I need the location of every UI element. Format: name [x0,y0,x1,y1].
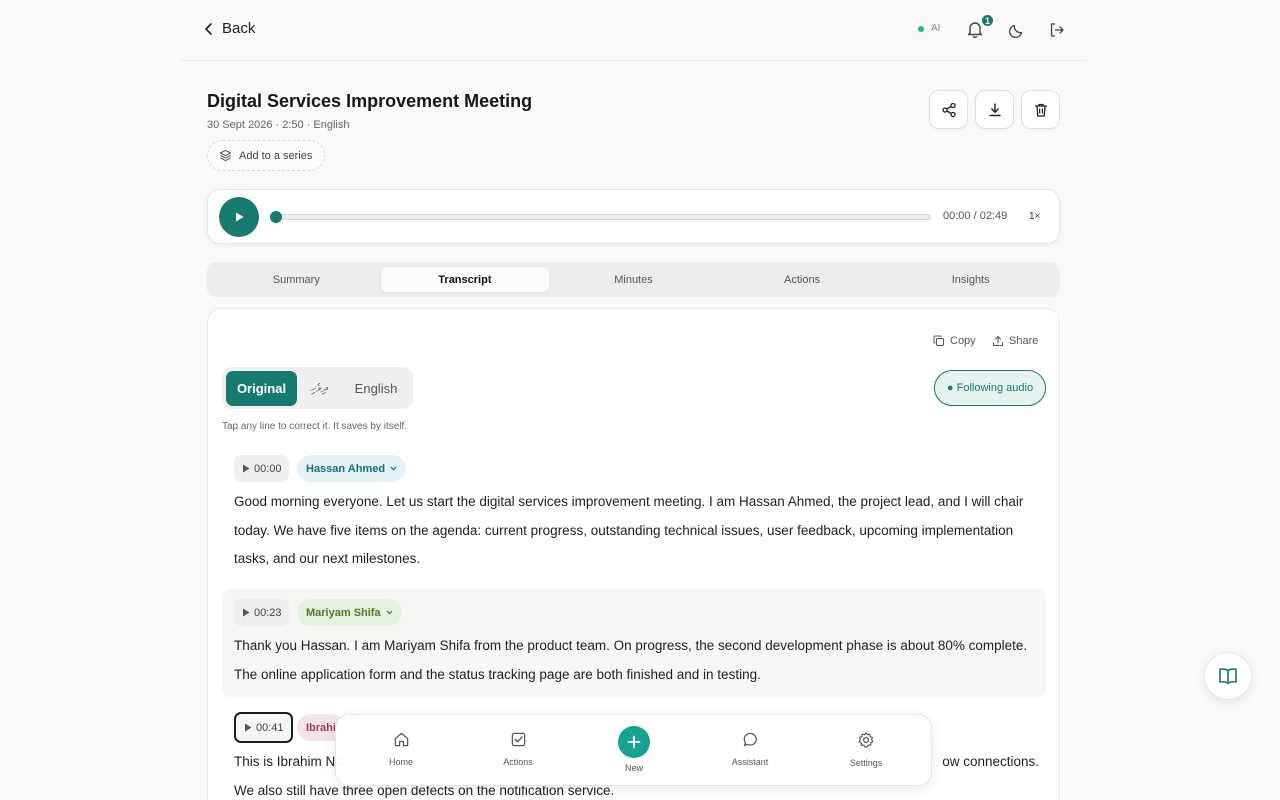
speaker-name: Mariyam Shifa [306,606,381,619]
ai-label: AI [931,23,941,34]
speaker-chip[interactable]: Mariyam Shifa [297,599,402,626]
notification-badge: 1 [980,13,995,28]
chevron-down-icon [386,610,393,615]
audio-player: 00:00 / 02:49 1× [207,189,1060,244]
copy-button[interactable]: Copy [933,335,976,347]
ai-status-dot [918,25,924,32]
book-open-icon [1218,667,1238,685]
copy-icon [933,335,945,347]
segment-timestamp[interactable]: 00:00 [234,455,289,482]
speaker-name: Hassan Ahmed [306,462,386,475]
share-icon [941,102,957,118]
play-icon [242,464,250,473]
notifications-button[interactable]: 1 [965,13,995,41]
playback-speed-button[interactable]: 1× [1029,211,1040,222]
segment-text[interactable]: Good morning everyone. Let us start the … [234,488,1039,574]
delete-button[interactable] [1021,90,1060,129]
nav-new-button[interactable] [618,726,650,758]
segment-text[interactable]: Thank you Hassan. I am Mariyam Shifa fro… [234,632,1039,689]
timestamp-label: 00:41 [256,721,284,734]
nav-assistant[interactable]: Assistant [720,731,780,767]
top-bar: Back AI 1 [180,0,1086,61]
back-button[interactable]: Back [204,20,255,37]
segment-text-line-end: ow connections. [942,754,1039,769]
language-dhivehi[interactable]: ދިވެހި [301,371,337,406]
nav-settings-label: Settings [849,758,883,768]
moon-icon [1008,21,1030,39]
tab-insights[interactable]: Insights [886,267,1055,292]
timestamp-label: 00:23 [254,606,282,619]
speaker-name: Ibrahi [306,721,336,734]
reading-mode-button[interactable] [1204,652,1252,700]
ai-status[interactable]: AI [918,23,940,34]
language-original[interactable]: Original [226,371,297,406]
tab-actions[interactable]: Actions [718,267,887,292]
download-button[interactable] [975,90,1014,129]
tab-minutes[interactable]: Minutes [549,267,718,292]
page-title: Digital Services Improvement Meeting [207,91,533,111]
nav-assistant-label: Assistant [731,757,769,767]
timestamp-label: 00:00 [254,462,282,475]
bottom-nav: Home Actions New Assistant Settings [335,714,932,786]
nav-home[interactable]: Home [371,731,431,767]
chevron-down-icon [390,466,397,471]
audio-progress-track[interactable] [270,211,931,223]
nav-actions[interactable]: Actions [488,731,548,767]
tab-summary[interactable]: Summary [212,267,381,292]
chevron-left-icon [204,22,214,36]
nav-actions-label: Actions [503,757,533,767]
home-icon [393,731,410,748]
upload-icon [992,335,1004,347]
language-english[interactable]: English [342,371,410,406]
share-transcript-button[interactable]: Share [992,335,1038,347]
trash-icon [1033,102,1049,118]
view-tabs: Summary Transcript Minutes Actions Insig… [207,262,1060,297]
copy-label: Copy [950,335,976,347]
logout-icon [1048,21,1070,39]
gear-icon [857,731,875,749]
transcript-segment[interactable]: 00:00 Hassan Ahmed Good morning everyone… [222,449,1046,575]
segment-timestamp[interactable]: 00:41 [234,712,293,743]
play-icon [233,211,245,223]
tab-transcript[interactable]: Transcript [380,267,550,292]
share-meeting-button[interactable] [929,90,968,129]
add-to-series-button[interactable]: Add to a series [207,140,326,171]
following-audio-toggle[interactable]: ● Following audio [934,370,1046,406]
nav-new-label: New [624,763,643,773]
chat-bubble-icon [742,731,759,748]
playback-time: 00:00 / 02:49 [943,210,1008,222]
logout-button[interactable] [1048,21,1070,43]
add-to-series-label: Add to a series [239,149,313,162]
play-icon [244,723,252,732]
audio-progress-thumb[interactable] [270,211,282,223]
segment-text-line: This is Ibrahim Na [234,754,343,769]
plus-icon [627,735,641,749]
nav-settings[interactable]: Settings [836,731,896,768]
download-icon [987,102,1003,118]
checkbox-icon [510,731,527,748]
transcript-segment[interactable]: 00:23 Mariyam Shifa Thank you Hassan. I … [222,589,1046,697]
nav-home-label: Home [388,757,413,767]
play-button[interactable] [219,197,259,237]
speaker-chip[interactable]: Hassan Ahmed [297,455,407,482]
meeting-meta: 30 Sept 2026 · 2:50 · English [207,119,350,131]
layers-icon [219,149,232,162]
play-icon [242,608,250,617]
dark-mode-toggle[interactable] [1008,21,1030,43]
edit-hint: Tap any line to correct it. It saves by … [222,421,408,432]
language-switcher: Original ދިވެހި English [222,367,413,409]
share-label: Share [1009,335,1039,347]
back-label: Back [222,20,256,37]
segment-timestamp[interactable]: 00:23 [234,599,289,626]
